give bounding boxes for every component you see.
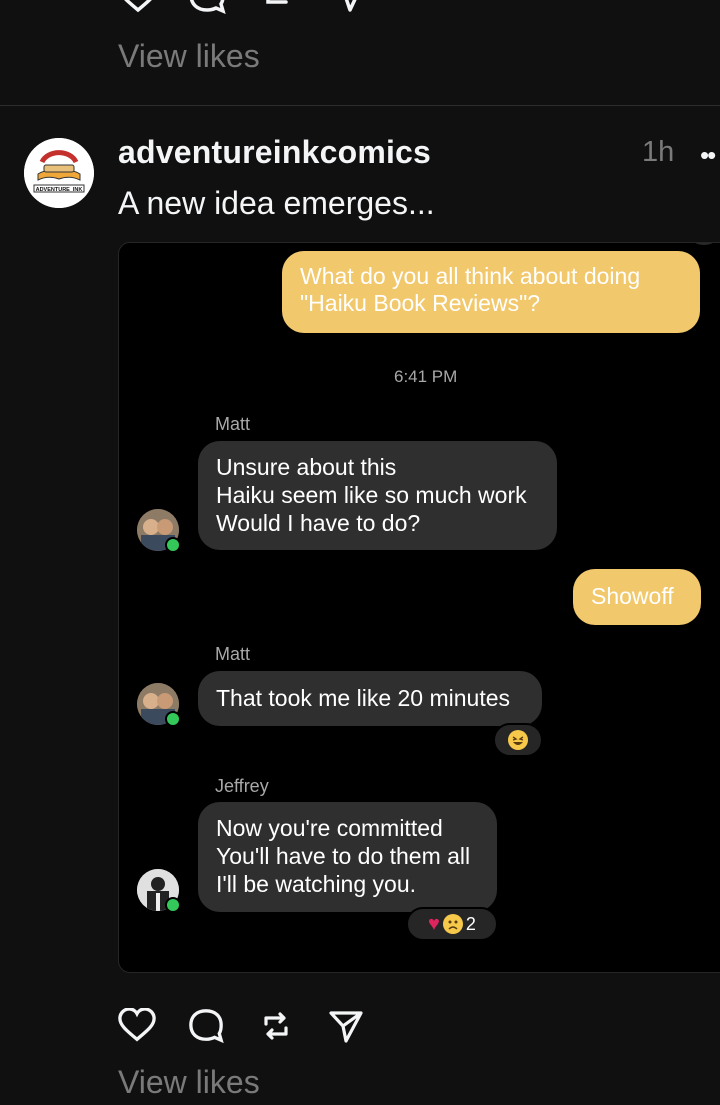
my-message-bubble: Showoff: [573, 569, 701, 625]
heart-reaction-icon: ♥: [428, 912, 440, 935]
message-text: Showoff: [591, 583, 674, 609]
repost-icon[interactable]: [258, 0, 296, 14]
online-indicator: [165, 537, 181, 553]
message-line: Unsure about this: [216, 454, 397, 480]
their-message-bubble: Unsure about this Haiku seem like so muc…: [198, 441, 557, 550]
matt-avatar: [137, 683, 181, 727]
heart-icon[interactable]: [118, 1008, 156, 1044]
sender-name: Jeffrey: [215, 776, 269, 796]
reaction-count: 2: [465, 913, 476, 934]
prev-action-bar: [118, 0, 378, 14]
svg-text:ADVENTURE_INK: ADVENTURE_INK: [36, 187, 83, 193]
message-line: Haiku seem like so much work: [216, 482, 527, 508]
post-username[interactable]: adventureinkcomics: [118, 134, 431, 171]
post-divider: [0, 105, 720, 106]
cut-off-avatar: [684, 243, 720, 245]
online-indicator: [165, 711, 181, 727]
my-message-bubble: What do you all think about doing "Haiku…: [282, 251, 700, 333]
share-icon[interactable]: [330, 0, 366, 14]
message-text: What do you all think about doing "Haiku…: [300, 263, 641, 316]
matt-avatar: [137, 509, 181, 553]
post-caption: A new idea emerges...: [118, 185, 435, 221]
share-icon[interactable]: [328, 1008, 364, 1044]
heart-icon[interactable]: [118, 0, 158, 14]
their-message-bubble: That took me like 20 minutes: [198, 671, 542, 726]
sad-face-icon: [442, 914, 463, 934]
avatar[interactable]: ADVENTURE_INK: [24, 138, 94, 208]
comment-icon[interactable]: [188, 1008, 224, 1044]
message-line: Would I have to do?: [216, 510, 421, 536]
comment-icon[interactable]: [188, 0, 226, 14]
message-reaction[interactable]: [493, 723, 543, 757]
view-likes-link[interactable]: View likes: [118, 1064, 260, 1101]
more-options-icon[interactable]: ••: [700, 140, 716, 171]
chat-timestamp: 6:41 PM: [394, 367, 458, 386]
message-reactions[interactable]: ♥ 2: [406, 907, 498, 941]
message-line: I'll be watching you.: [216, 871, 417, 897]
jeffrey-avatar: [137, 869, 181, 913]
action-bar: [118, 1006, 378, 1046]
post-media-image[interactable]: What do you all think about doing "Haiku…: [118, 242, 720, 973]
message-text: That took me like 20 minutes: [216, 685, 511, 711]
message-line: Now you're committed: [216, 815, 443, 841]
adventure-ink-logo: ADVENTURE_INK: [24, 138, 94, 208]
sender-name: Matt: [215, 414, 251, 434]
laughing-face-icon: [508, 730, 528, 750]
their-message-bubble: Now you're committed You'll have to do t…: [198, 802, 497, 912]
prev-view-likes-link[interactable]: View likes: [118, 38, 260, 75]
repost-icon[interactable]: [258, 1008, 294, 1044]
post-time: 1h: [642, 136, 675, 168]
online-indicator: [165, 897, 181, 913]
message-line: You'll have to do them all: [216, 843, 471, 869]
sender-name: Matt: [215, 644, 251, 664]
